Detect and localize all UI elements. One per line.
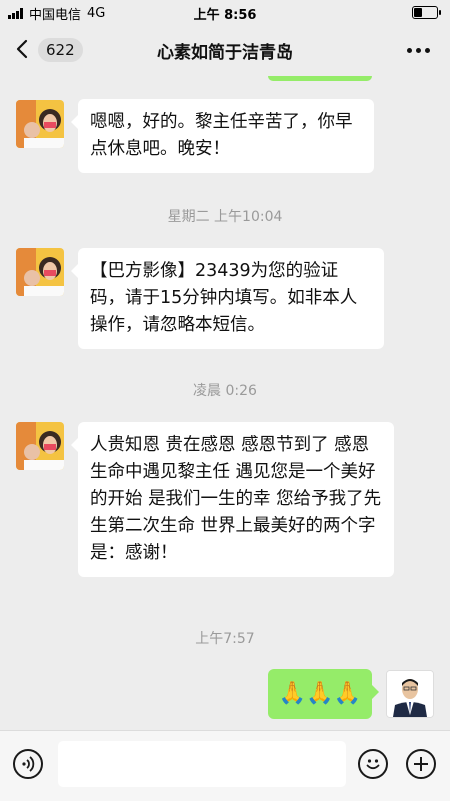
sent-message-bubble[interactable]: 🙏🙏🙏 — [268, 669, 379, 719]
timestamp: 凌晨 0:26 — [193, 383, 257, 399]
my-avatar[interactable] — [386, 670, 434, 718]
timestamp: 星期二 上午10:04 — [167, 209, 283, 225]
previous-sent-bubble-edge — [268, 76, 372, 81]
more-options-icon[interactable] — [407, 48, 430, 53]
chat-title: 心素如简于洁青岛 — [157, 43, 293, 63]
praying-hands-emoji: 🙏🙏🙏 — [278, 681, 362, 706]
plus-icon — [414, 757, 428, 771]
status-bar: 中国电信 4G 上午 8:56 — [0, 0, 450, 24]
contact-avatar[interactable] — [16, 100, 64, 148]
emoji-button[interactable] — [358, 749, 388, 779]
message-text: 人贵知恩 贵在感恩 感恩节到了 感恩生命中遇见黎主任 遇见您是一个美好的开始 是… — [90, 435, 382, 563]
received-message-bubble[interactable]: 嗯嗯，好的。黎主任辛苦了，你早点休息吧。晚安！ — [71, 99, 374, 173]
more-actions-button[interactable] — [406, 749, 436, 779]
message-list[interactable]: 嗯嗯，好的。黎主任辛苦了，你早点休息吧。晚安！ 星期二 上午10:04 【巴方影… — [0, 76, 450, 730]
contact-avatar[interactable] — [16, 422, 64, 470]
received-message-bubble[interactable]: 人贵知恩 贵在感恩 感恩节到了 感恩生命中遇见黎主任 遇见您是一个美好的开始 是… — [71, 422, 394, 577]
voice-input-button[interactable] — [13, 749, 43, 779]
message-input[interactable] — [58, 741, 346, 787]
contact-avatar[interactable] — [16, 248, 64, 296]
smiley-icon — [366, 759, 380, 770]
battery-icon — [412, 6, 441, 19]
message-text: 嗯嗯，好的。黎主任辛苦了，你早点休息吧。晚安！ — [90, 112, 353, 159]
voice-icon — [22, 756, 35, 772]
timestamp: 上午7:57 — [195, 631, 255, 647]
chat-header: 622 心素如简于洁青岛 — [0, 24, 450, 76]
input-toolbar — [0, 730, 450, 801]
received-message-bubble[interactable]: 【巴方影像】23439为您的验证码，请于15分钟内填写。如非本人操作，请忽略本短… — [71, 248, 384, 349]
message-text: 【巴方影像】23439为您的验证码，请于15分钟内填写。如非本人操作，请忽略本短… — [90, 261, 358, 335]
status-time: 上午 8:56 — [193, 8, 257, 23]
